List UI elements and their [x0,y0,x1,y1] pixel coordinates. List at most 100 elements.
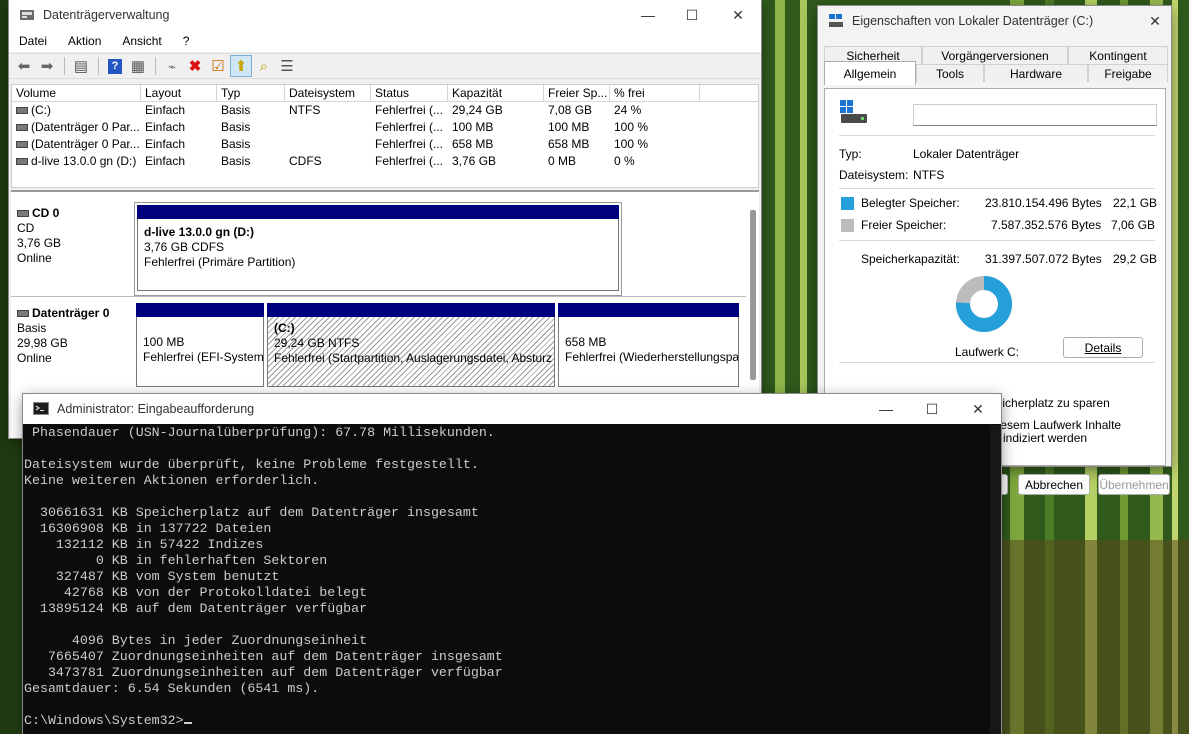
volume-row[interactable]: d-live 13.0.0 gn (D:) Einfach Basis CDFS… [12,153,758,170]
column-layout[interactable]: Layout [141,85,217,101]
menu-help[interactable]: ? [183,34,190,48]
partition-size: 658 MB [565,335,607,349]
volume-row[interactable]: (C:) Einfach Basis NTFS Fehlerfrei (... … [12,102,758,119]
volume-name: (C:) [31,103,51,117]
volume-free: 100 MB [548,120,590,134]
delete-icon[interactable]: ✖ [184,55,206,77]
disk0-partition-efi[interactable]: 100 MB Fehlerfrei (EFI-System [135,302,265,392]
disk-name: CD 0 [32,206,60,220]
disk0-partition-recovery[interactable]: 658 MB Fehlerfrei (Wiederherstellungspa [557,302,740,392]
tab-vorgaengerversionen[interactable]: Vorgängerversionen [922,46,1068,64]
tab-hardware[interactable]: Hardware [984,64,1088,82]
close-button[interactable]: ✕ [715,0,761,30]
console-line: 13895124 KB auf dem Datenträger verfügba… [24,601,368,616]
index-option-text: diesem Laufwerk Inhalte [991,418,1122,432]
console-tree-icon[interactable]: ▤ [70,55,92,77]
volume-status: Fehlerfrei (... [375,137,444,151]
menu-ansicht[interactable]: Ansicht [122,34,161,48]
console-output[interactable]: Phasendauer (USN-Journalüberprüfung): 67… [24,425,989,734]
volume-row[interactable]: (Datenträger 0 Par... Einfach Basis Fehl… [12,119,758,136]
properties-icon[interactable]: ▦ [127,55,149,77]
partition-header-bar [267,303,555,317]
volume-name-field[interactable] [913,104,1157,126]
filesystem-value: NTFS [913,168,945,182]
details-button[interactable]: Details [1063,337,1143,358]
vertical-scrollbar[interactable] [750,210,756,380]
minimize-button[interactable]: — [863,394,909,424]
column-percent-free[interactable]: % frei [610,85,700,101]
help-icon[interactable]: ? [104,55,126,77]
forward-icon[interactable]: ➡ [36,55,58,77]
search-icon[interactable]: ⌕ [253,55,275,77]
window-title: Datenträgerverwaltung [43,8,170,22]
volume-layout: Einfach [145,154,186,168]
column-type[interactable]: Typ [217,85,285,101]
disk0-partition-c[interactable]: (C:) 29,24 GB NTFS Fehlerfrei (Startpart… [266,302,556,392]
index-option-text-2: n indiziert werden [993,431,1088,445]
disk-management-icon [20,10,34,20]
volume-status: Fehlerfrei (... [375,120,444,134]
column-capacity[interactable]: Kapazität [448,85,544,101]
volume-type: Basis [221,120,251,134]
column-status[interactable]: Status [371,85,448,101]
tab-tools[interactable]: Tools [916,64,984,82]
maximize-button[interactable]: ☐ [909,394,955,424]
console-line: Phasendauer (USN-Journalüberprüfung): 67… [24,425,495,440]
disk-state: Online [17,251,52,265]
console-line: 4096 Bytes in jeder Zuordnungseinheit [24,633,368,648]
console-line: 42768 KB von der Protokolldatei belegt [24,585,368,600]
rescan-icon[interactable]: ⬆ [230,55,252,77]
volume-capacity: 100 MB [452,120,494,134]
column-free-space[interactable]: Freier Sp... [544,85,610,101]
vertical-scrollbar[interactable] [990,425,1001,734]
toolbar: ⬅ ➡ ▤ ? ▦ ⌁ ✖ ☑ ⬆ ⌕ ☰ [9,53,761,79]
disk0-info[interactable]: Datenträger 0 Basis 29,98 GB Online [17,306,131,366]
menu-aktion[interactable]: Aktion [68,34,101,48]
capacity-gb: 29,2 GB [1113,252,1158,266]
volume-type: Basis [221,103,251,117]
volume-name: (Datenträger 0 Par... [31,137,140,151]
volume-filesystem: CDFS [289,154,322,168]
tab-allgemein[interactable]: Allgemein [824,61,916,85]
column-volume[interactable]: Volume [12,85,141,101]
cd0-info[interactable]: CD 0 CD 3,76 GB Online [17,206,131,266]
tab-freigabe[interactable]: Freigabe [1088,64,1168,82]
drive-icon [16,141,28,149]
cancel-button[interactable]: Abbrechen [1018,474,1090,495]
drive-icon [829,14,843,27]
volume-free: 7,08 GB [548,103,593,117]
usage-donut-chart [956,276,1012,332]
tab-kontingent[interactable]: Kontingent [1068,46,1168,64]
used-space-gb: 22,1 GB [1113,196,1158,210]
apply-button[interactable]: Übernehmen [1098,474,1170,495]
volume-list: Volume Layout Typ Dateisystem Status Kap… [11,84,759,188]
menu-datei[interactable]: Datei [19,34,47,48]
close-button[interactable]: ✕ [955,394,1001,424]
partition-title: (C:) [274,321,295,335]
volume-status: Fehlerfrei (... [375,154,444,168]
volume-name: d-live 13.0.0 gn (D:) [31,154,137,168]
check-icon[interactable]: ☑ [207,55,229,77]
back-icon[interactable]: ⬅ [13,55,35,77]
console-line: 16306908 KB in 137722 Dateien [24,521,272,536]
drive-icon [17,310,29,318]
maximize-button[interactable]: ☐ [669,0,715,30]
connect-icon[interactable]: ⌁ [161,55,183,77]
column-filesystem[interactable]: Dateisystem [285,85,371,101]
type-value: Lokaler Datenträger [913,147,1020,161]
volume-row[interactable]: (Datenträger 0 Par... Einfach Basis Fehl… [12,136,758,153]
list-icon[interactable]: ☰ [276,55,298,77]
partition-status: Fehlerfrei (Primäre Partition) [144,255,296,269]
partition-size: 29,24 GB NTFS [274,336,360,350]
title-bar: Eigenschaften von Lokaler Datenträger (C… [818,6,1171,36]
minimize-button[interactable]: — [625,0,671,30]
cd0-partition[interactable]: d-live 13.0.0 gn (D:) 3,76 GB CDFS Fehle… [137,219,619,291]
partition-size: 100 MB [143,335,185,349]
console-line: 30661631 KB Speicherplatz auf dem Datent… [24,505,479,520]
volume-capacity: 658 MB [452,137,494,151]
volume-percent: 0 % [614,154,635,168]
close-button[interactable]: ✕ [1140,6,1170,36]
cd-drive-icon [16,158,28,166]
volume-filesystem: NTFS [289,103,321,117]
